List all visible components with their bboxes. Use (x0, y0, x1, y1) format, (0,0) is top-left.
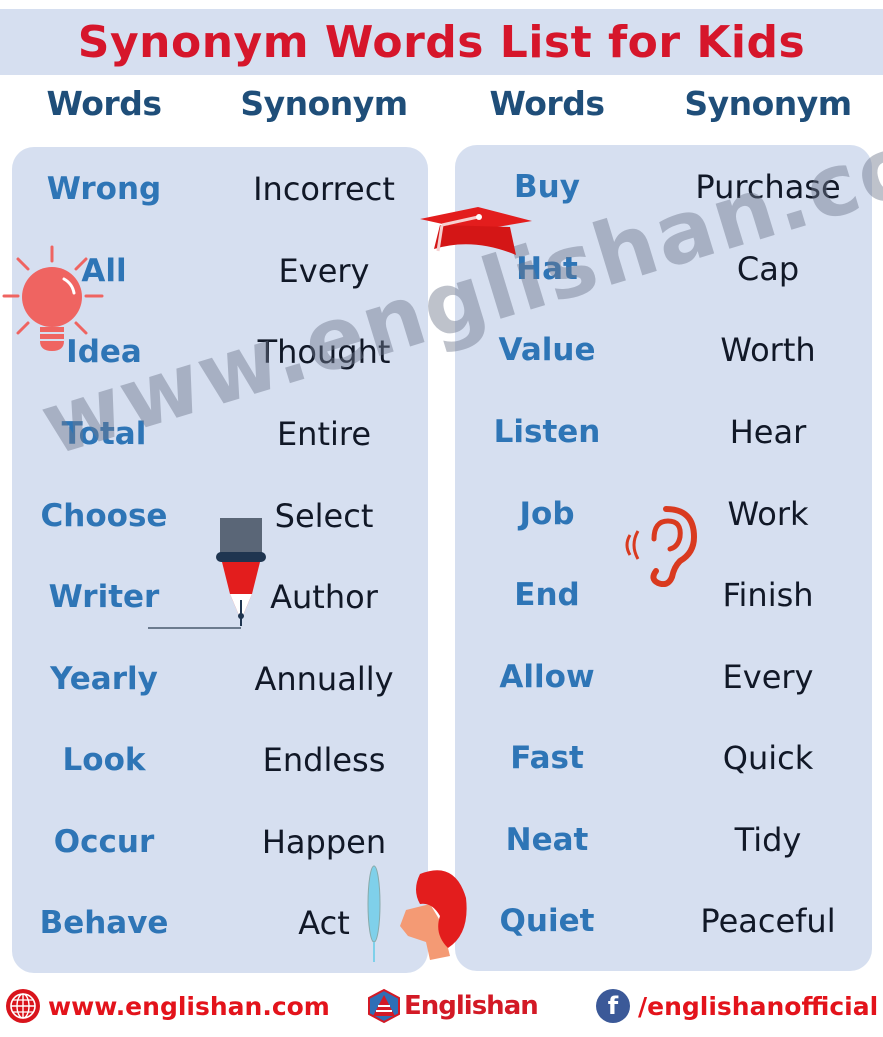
word-pair-row: Quiet Peaceful (455, 891, 872, 951)
facebook-link[interactable]: f /englishanofficial (596, 986, 878, 1026)
column-header-words-left: Words (46, 84, 162, 123)
word-pair-row: Writer Author (12, 567, 428, 627)
word: Yearly (50, 661, 158, 697)
column-header-synonym-left: Synonym (240, 84, 408, 123)
word-pair-row: Behave Act (12, 893, 428, 953)
synonym: Finish (722, 576, 814, 614)
word-pair-row: Total Entire (12, 404, 428, 464)
word-pair-row: Job Work (455, 484, 872, 544)
synonym: Worth (720, 331, 816, 369)
column-header-words-right: Words (489, 84, 605, 123)
word: Idea (66, 334, 142, 370)
word-pair-row: Allow Every (455, 647, 872, 707)
word-pair-row: End Finish (455, 565, 872, 625)
facebook-icon: f (596, 989, 630, 1023)
synonym: Happen (261, 823, 387, 861)
synonym: Hear (729, 413, 807, 451)
column-header-synonym-right: Synonym (684, 84, 852, 123)
right-word-panel: Buy Purchase Hat Cap Value Worth Listen Hear Job… (455, 145, 872, 971)
synonym: Every (722, 658, 814, 696)
word: Value (498, 332, 596, 368)
synonym: Peaceful (700, 902, 836, 940)
word-pair-row: All Every (12, 241, 428, 301)
word: Quiet (499, 903, 595, 939)
word-pair-row: Idea Thought (12, 322, 428, 382)
word: Fast (510, 740, 584, 776)
title-banner: Synonym Words List for Kids (0, 9, 883, 75)
left-word-panel: Wrong Incorrect All Every Idea Thought Total En… (12, 147, 428, 973)
word-pair-row: Neat Tidy (455, 810, 872, 870)
synonym: Author (270, 578, 378, 616)
synonym: Quick (722, 739, 814, 777)
word: Neat (505, 822, 589, 858)
synonym: Work (727, 495, 809, 533)
word-pair-row: Value Worth (455, 320, 872, 380)
word-pair-row: Hat Cap (455, 239, 872, 299)
globe-icon (6, 989, 40, 1023)
word: Job (519, 496, 575, 532)
synonym: Tidy (734, 821, 802, 859)
word: Buy (514, 169, 580, 205)
synonym: Incorrect (253, 170, 395, 208)
word: Occur (53, 824, 155, 860)
website-link[interactable]: www.englishan.com (6, 986, 330, 1026)
word-pair-row: Look Endless (12, 730, 428, 790)
word-pair-row: Wrong Incorrect (12, 159, 428, 219)
word: Look (62, 742, 146, 778)
englishan-logo-icon (368, 988, 400, 1024)
facebook-text: /englishanofficial (638, 991, 879, 1021)
synonym: Purchase (695, 168, 841, 206)
synonym: Endless (262, 741, 386, 779)
word: Writer (48, 579, 160, 615)
synonym: Entire (276, 415, 372, 453)
synonym: Act (298, 904, 350, 942)
page-title: Synonym Words List for Kids (77, 16, 806, 68)
word: Total (61, 416, 147, 452)
word: Wrong (46, 171, 162, 207)
word-pair-row: Occur Happen (12, 812, 428, 872)
website-text: www.englishan.com (48, 991, 330, 1021)
word: Listen (493, 414, 601, 450)
synonym: Cap (736, 250, 800, 288)
word: Behave (39, 905, 169, 941)
brand-logo: Englishan (366, 986, 539, 1026)
word: All (81, 253, 127, 289)
word-pair-row: Buy Purchase (455, 157, 872, 217)
synonym: Thought (257, 333, 391, 371)
word: Hat (516, 251, 578, 287)
synonym: Every (278, 252, 370, 290)
word: Allow (499, 659, 595, 695)
synonym: Annually (254, 660, 394, 698)
logo-text: Englishan (404, 991, 539, 1021)
synonym: Select (274, 497, 374, 535)
word: Choose (40, 498, 168, 534)
word-pair-row: Choose Select (12, 486, 428, 546)
word: End (514, 577, 580, 613)
word-pair-row: Fast Quick (455, 728, 872, 788)
word-pair-row: Listen Hear (455, 402, 872, 462)
word-pair-row: Yearly Annually (12, 649, 428, 709)
